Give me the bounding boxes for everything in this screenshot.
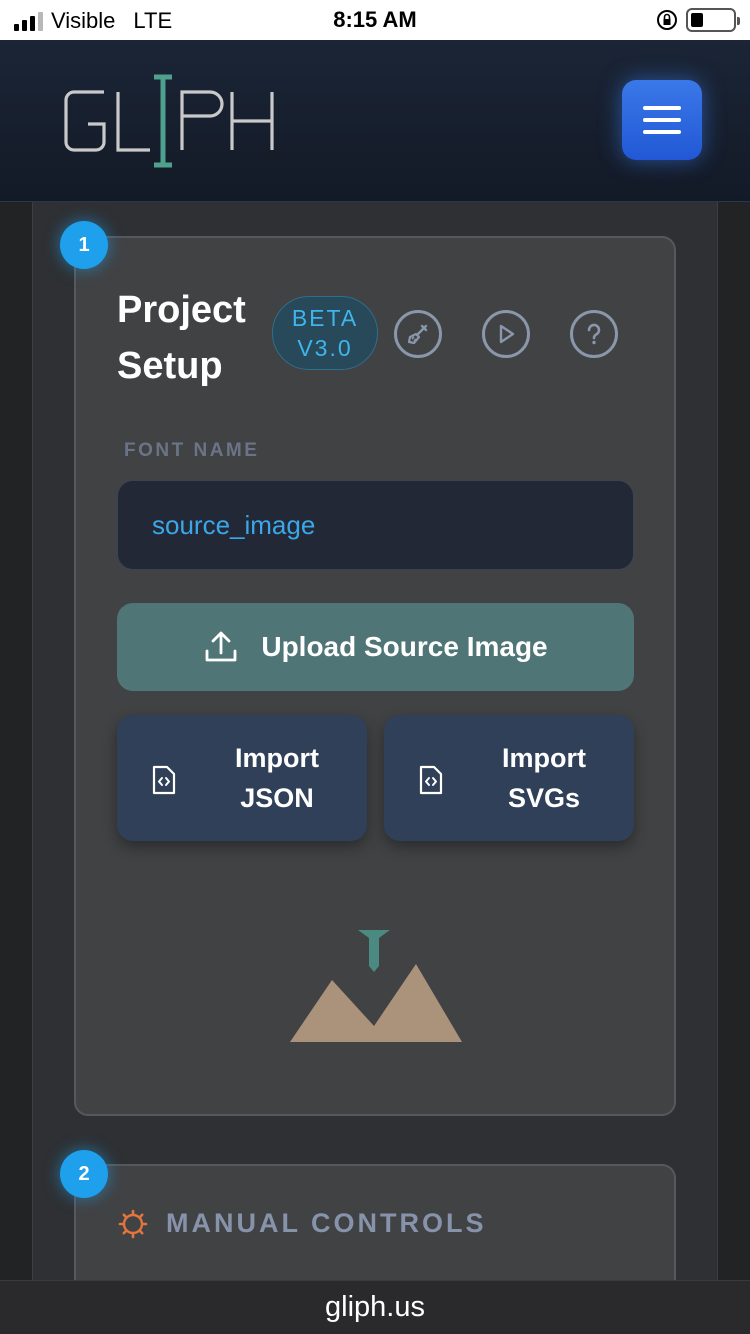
- font-name-label: FONT NAME: [124, 440, 260, 461]
- import-json-line-2: JSON: [240, 783, 314, 813]
- hamburger-menu-icon: [643, 106, 681, 134]
- menu-button[interactable]: [622, 80, 702, 160]
- battery-level: [691, 13, 703, 27]
- orientation-lock-icon: [657, 10, 677, 30]
- manual-controls-header[interactable]: MANUAL CONTROLS: [118, 1208, 486, 1239]
- empty-image-placeholder-icon: [290, 930, 462, 1042]
- font-name-input[interactable]: source_image: [117, 480, 634, 570]
- import-json-label: Import JSON: [197, 738, 357, 818]
- upload-icon: [205, 631, 237, 662]
- battery-icon: [686, 8, 740, 32]
- paintbrush-icon: [407, 324, 428, 345]
- url-bar[interactable]: gliph.us: [0, 1280, 750, 1334]
- import-json-button[interactable]: Import JSON: [117, 715, 367, 841]
- paintbrush-button[interactable]: [394, 310, 442, 358]
- page-title: Project Setup: [117, 282, 277, 394]
- version-badge: BETA V3.0: [272, 296, 378, 370]
- file-code-icon: [152, 765, 176, 795]
- import-svgs-line-1: Import: [502, 743, 586, 773]
- upload-source-image-button[interactable]: Upload Source Image: [117, 603, 634, 691]
- beta-label: BETA: [291, 305, 359, 331]
- status-right: [656, 8, 740, 32]
- settings-gear-icon: [118, 1209, 148, 1238]
- gliph-logo[interactable]: [60, 74, 280, 170]
- play-button[interactable]: [482, 310, 530, 358]
- help-button[interactable]: [570, 310, 618, 358]
- status-bar: Visible LTE 8:15 AM: [0, 0, 750, 40]
- version-label: V3.0: [297, 335, 353, 361]
- step-badge-1: 1: [60, 221, 108, 269]
- import-svgs-line-2: SVGs: [507, 783, 581, 813]
- status-time: 8:15 AM: [333, 7, 417, 32]
- upload-button-label: Upload Source Image: [261, 631, 548, 662]
- app-header: [0, 40, 750, 202]
- step-badge-2: 2: [60, 1150, 108, 1198]
- play-icon: [499, 324, 515, 344]
- import-svgs-button[interactable]: Import SVGs: [384, 715, 634, 841]
- help-icon: [587, 323, 601, 345]
- manual-controls-label: MANUAL CONTROLS: [166, 1208, 487, 1238]
- gliph-logo-mark: [64, 74, 274, 168]
- title-line-1: Project: [117, 289, 246, 331]
- import-json-line-1: Import: [235, 743, 319, 773]
- title-line-2: Setup: [117, 345, 223, 387]
- file-code-icon: [419, 765, 443, 795]
- import-svgs-label: Import SVGs: [464, 738, 624, 818]
